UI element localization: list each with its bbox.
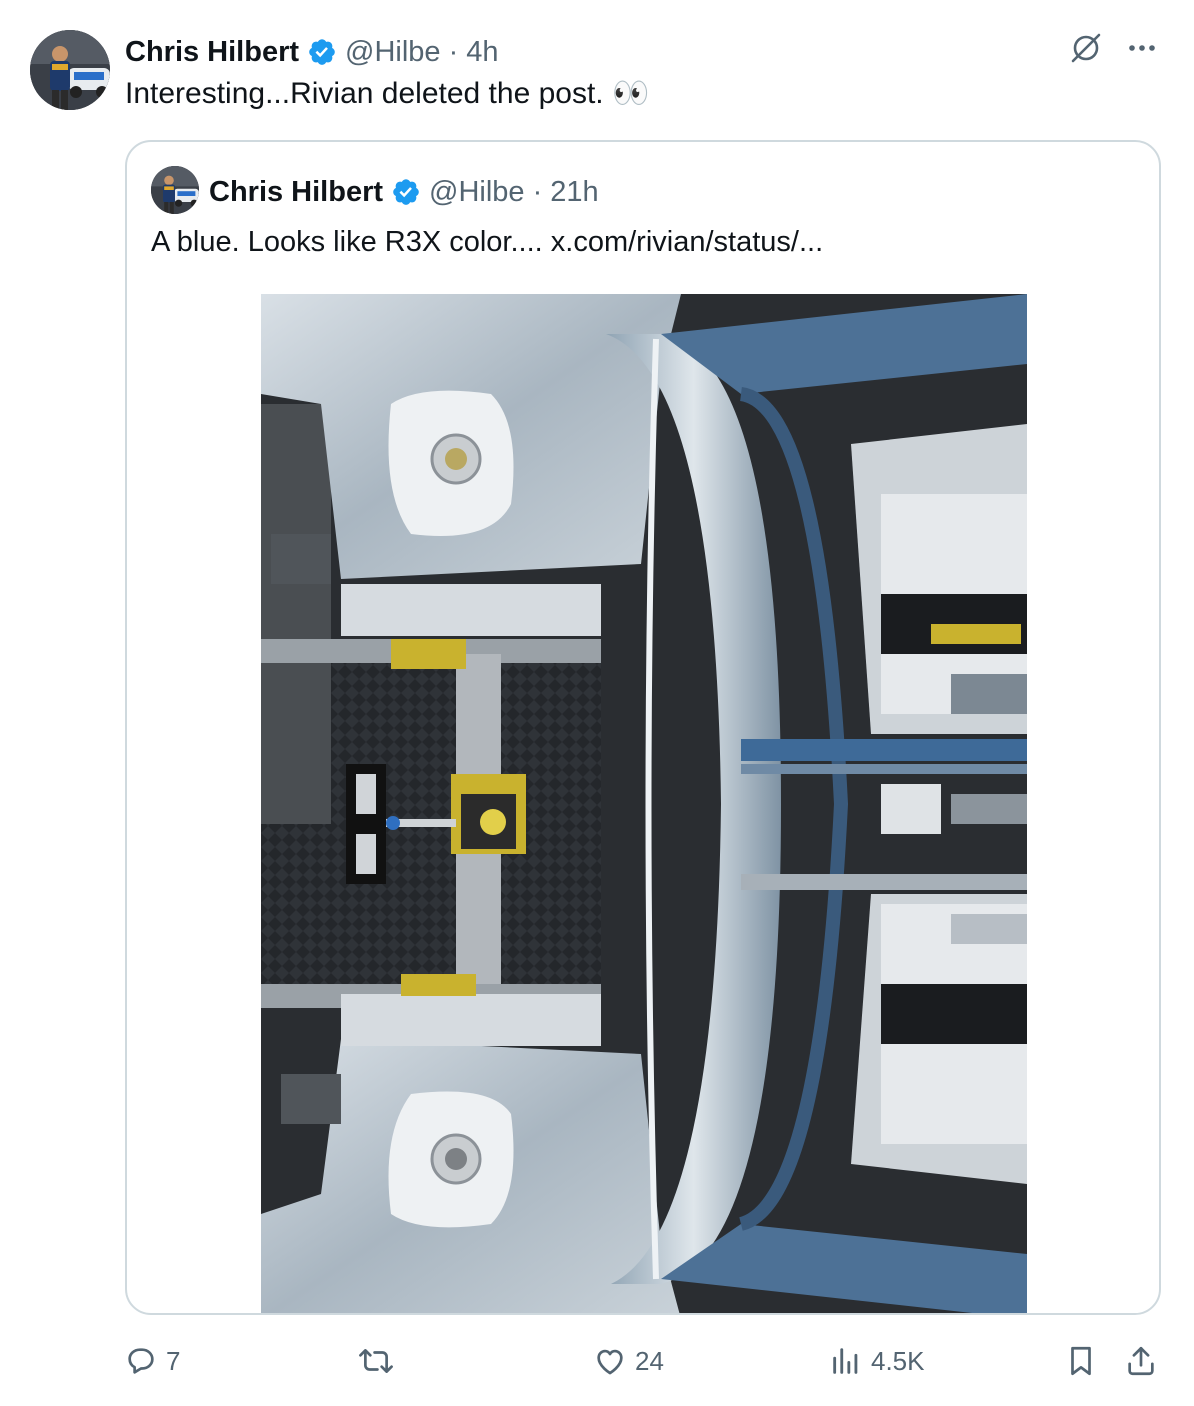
verified-badge-icon [307,37,337,67]
share-icon [1124,1343,1158,1379]
tweet-top-actions [1068,30,1158,66]
quoted-tweet-card[interactable]: Chris Hilbert @Hilbe · 21h A blue. Looks… [125,140,1161,1315]
quoted-tweet-image[interactable] [261,294,1027,1313]
quoted-author-avatar[interactable] [151,166,199,214]
author-handle[interactable]: @Hilbe [345,36,441,69]
views-count: 4.5K [871,1345,925,1376]
like-button[interactable]: 24 [593,1336,664,1386]
tweet-action-bar: 7 24 4.5K [0,1336,1194,1386]
more-icon[interactable] [1126,32,1158,64]
quoted-tweet-header: Chris Hilbert @Hilbe · 21h [209,170,599,214]
share-button[interactable] [1124,1336,1158,1386]
quoted-tweet-text: A blue. Looks like R3X color.... x.com/r… [151,226,824,258]
quoted-author-handle[interactable]: @Hilbe [429,176,525,209]
verified-badge-icon [391,177,421,207]
reply-icon [124,1344,158,1378]
grok-icon[interactable] [1068,30,1104,66]
separator-dot: · [532,175,543,208]
repost-button[interactable] [356,1336,396,1386]
reply-button[interactable]: 7 [124,1336,180,1386]
quoted-timestamp[interactable]: 21h [550,176,598,209]
timestamp[interactable]: 4h [466,36,498,69]
tweet-text: Interesting...Rivian deleted the post. 👀 [125,77,650,110]
repost-icon [356,1344,396,1378]
views-icon [829,1344,863,1378]
separator-dot: · [448,35,459,68]
reply-count: 7 [166,1345,181,1376]
author-avatar[interactable] [30,30,110,110]
quoted-author-name[interactable]: Chris Hilbert [209,176,383,209]
author-name[interactable]: Chris Hilbert [125,36,299,69]
tweet-header: Chris Hilbert @Hilbe · 4h [125,30,499,74]
like-count: 24 [635,1345,664,1376]
bookmark-icon [1064,1343,1098,1379]
views-button[interactable]: 4.5K [829,1336,925,1386]
like-icon [593,1344,627,1378]
bookmark-button[interactable] [1064,1336,1098,1386]
